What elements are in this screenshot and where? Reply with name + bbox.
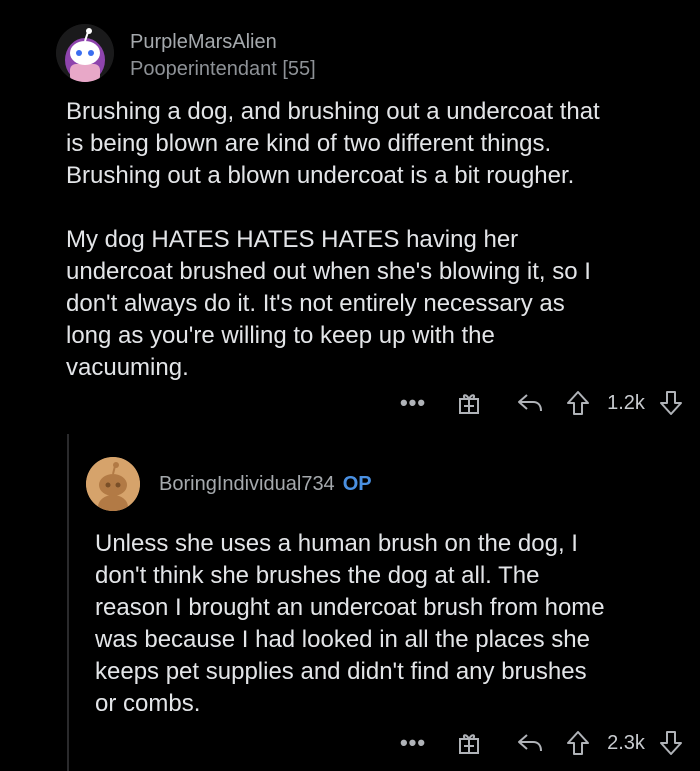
upvote-arrow-icon — [567, 731, 589, 755]
comment-paragraph: Unless she uses a human brush on the dog… — [95, 528, 695, 720]
comment-paragraph: My dog HATES HATES HATES having her unde… — [66, 224, 686, 384]
comment-username: BoringIndividual734 OP — [159, 473, 372, 496]
gift-award-icon — [459, 394, 479, 414]
upvote-button[interactable] — [560, 390, 596, 416]
comment-text-line: Brushing a dog, and brushing out a under… — [66, 98, 600, 125]
comment-actions: ••• 1.2k — [388, 386, 686, 420]
award-button[interactable] — [438, 390, 500, 416]
vote-score: 2.3k — [607, 731, 645, 754]
op-badge: OP — [342, 473, 372, 495]
comment-text-line: My dog HATES HATES HATES having her — [66, 226, 519, 253]
comment-text-line: or combs. — [95, 690, 201, 717]
award-button[interactable] — [438, 730, 500, 756]
avatar[interactable] — [86, 457, 140, 511]
comment-text-line: keeps pet supplies and didn't find any b… — [95, 658, 587, 685]
comment-text-line: vacuuming. — [66, 354, 189, 381]
thread-line[interactable] — [67, 434, 69, 771]
reply-icon — [518, 394, 542, 412]
snoo-avatar-icon — [56, 24, 114, 82]
downvote-arrow-icon — [660, 731, 682, 755]
more-options-button[interactable]: ••• — [388, 390, 438, 416]
downvote-button[interactable] — [656, 390, 686, 416]
downvote-button[interactable] — [656, 730, 686, 756]
reply-icon — [518, 734, 542, 752]
comment-text-line: undercoat brushed out when she's blowing… — [66, 258, 591, 285]
downvote-arrow-icon — [660, 391, 682, 415]
comment-text-line: Brushing out a blown undercoat is a bit … — [66, 162, 575, 189]
username-link[interactable]: BoringIndividual734 — [159, 473, 335, 495]
comment-text-line: reason I brought an undercoat brush from… — [95, 594, 605, 621]
comment-text-line: don't think she brushes the dog at all. … — [95, 562, 540, 589]
reply-button[interactable] — [500, 391, 560, 415]
comment-text-line: don't always do it. It's not entirely ne… — [66, 290, 565, 317]
upvote-button[interactable] — [560, 730, 596, 756]
comment-text-line: Unless she uses a human brush on the dog… — [95, 530, 578, 557]
comment-paragraph: Brushing a dog, and brushing out a under… — [66, 96, 696, 192]
gift-award-icon — [459, 734, 479, 754]
more-options-button[interactable]: ••• — [388, 730, 438, 756]
comment-text-line: was because I had looked in all the plac… — [95, 626, 590, 653]
avatar[interactable] — [56, 24, 114, 82]
comment-username[interactable]: PurpleMarsAlien — [130, 31, 277, 54]
user-flair: Pooperintendant [55] — [130, 58, 316, 80]
upvote-arrow-icon — [567, 391, 589, 415]
reply-button[interactable] — [500, 731, 560, 755]
vote-score: 1.2k — [607, 391, 645, 414]
snoo-avatar-icon — [86, 457, 140, 511]
comment-text-line: is being blown are kind of two different… — [66, 130, 552, 157]
comment-text-line: long as you're willing to keep up with t… — [66, 322, 495, 349]
comment-actions: ••• 2.3k — [388, 726, 686, 760]
